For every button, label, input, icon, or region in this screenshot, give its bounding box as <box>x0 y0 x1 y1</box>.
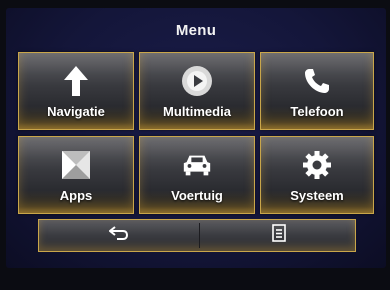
back-arrow-icon <box>108 226 129 245</box>
menu-screen: Menu Navigatie Multimedia Telefoon Apps … <box>6 8 386 268</box>
back-button[interactable] <box>39 220 199 251</box>
bottom-bar <box>38 219 356 252</box>
tile-label: Voertuig <box>171 188 223 203</box>
car-icon <box>181 149 213 181</box>
gear-icon <box>301 149 333 181</box>
phone-icon <box>301 65 333 97</box>
tile-apps[interactable]: Apps <box>18 136 134 214</box>
tile-label: Navigatie <box>47 104 105 119</box>
apps-icon <box>60 149 92 181</box>
list-button[interactable] <box>200 220 357 251</box>
tile-label: Telefoon <box>290 104 344 119</box>
tile-telefoon[interactable]: Telefoon <box>260 52 374 130</box>
tile-voertuig[interactable]: Voertuig <box>139 136 255 214</box>
tile-navigatie[interactable]: Navigatie <box>18 52 134 130</box>
page-title: Menu <box>175 22 217 39</box>
tile-label: Systeem <box>290 188 344 203</box>
tile-label: Apps <box>59 188 93 203</box>
list-icon <box>271 224 286 247</box>
navigation-arrow-icon <box>60 65 92 97</box>
play-icon <box>181 65 213 97</box>
tile-multimedia[interactable]: Multimedia <box>139 52 255 130</box>
tile-label: Multimedia <box>163 104 231 119</box>
tile-systeem[interactable]: Systeem <box>260 136 374 214</box>
